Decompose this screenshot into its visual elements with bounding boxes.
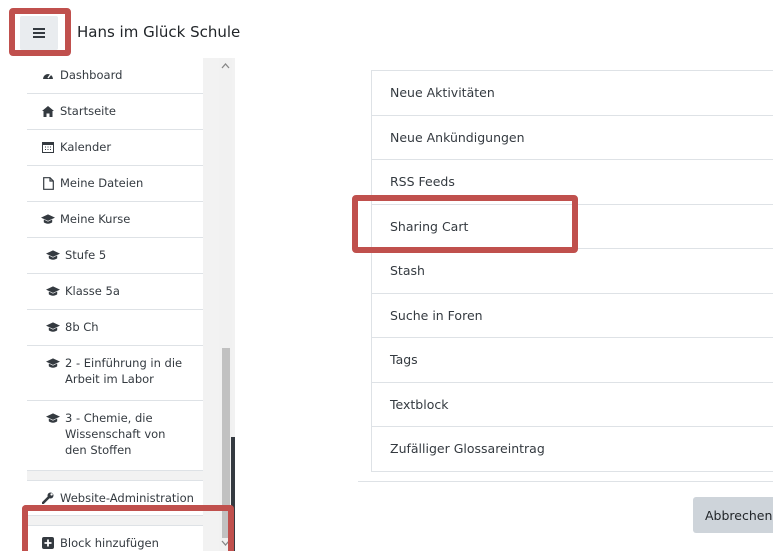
graduation-cap-icon [46, 247, 60, 263]
block-option[interactable]: Zufälliger Glossareintrag [371, 427, 773, 472]
home-icon [41, 103, 55, 119]
modal-footer-divider [358, 481, 773, 482]
nav-item-kalender[interactable]: Kalender [27, 130, 203, 166]
dashboard-icon [41, 67, 55, 83]
nav-item-label: 2 - Einführung in die Arbeit im Labor [65, 356, 183, 386]
block-option[interactable]: Stash [371, 249, 773, 294]
nav-item-label: Startseite [60, 104, 116, 118]
block-option[interactable]: Tags [371, 338, 773, 383]
nav-item-label: Meine Kurse [60, 212, 131, 226]
nav-item-topic-2[interactable]: 2 - Einführung in die Arbeit im Labor [27, 346, 203, 401]
cancel-button[interactable]: Abbrechen [693, 497, 773, 533]
nav-item-website-admin[interactable]: Website-Administration [27, 480, 203, 516]
block-option-sharing-cart[interactable]: Sharing Cart [371, 204, 773, 249]
nav-item-meine-kurse[interactable]: Meine Kurse [27, 202, 203, 238]
menu-toggle-button[interactable] [20, 16, 58, 50]
block-option[interactable]: RSS Feeds [371, 160, 773, 205]
plus-square-icon [41, 535, 55, 551]
block-option[interactable]: Textblock [371, 382, 773, 427]
top-navbar: Hans im Glück Schule [0, 0, 773, 60]
nav-item-label: Kalender [60, 140, 112, 154]
hamburger-icon [33, 28, 45, 38]
block-option[interactable]: Neue Ankündigungen [371, 115, 773, 160]
nav-item-label: Meine Dateien [60, 176, 144, 190]
nav-item-8b-ch[interactable]: 8b Ch [27, 310, 203, 346]
nav-item-add-block[interactable]: Block hinzufügen [27, 525, 203, 551]
nav-item-label: Block hinzufügen [60, 536, 159, 550]
nav-list: Dashboard Startseite Kalender Meine Date… [27, 58, 203, 551]
nav-item-dashboard[interactable]: Dashboard [27, 58, 203, 94]
nav-item-label: 8b Ch [65, 320, 99, 334]
graduation-cap-icon [46, 319, 60, 335]
nav-drawer: Dashboard Startseite Kalender Meine Date… [27, 58, 235, 551]
nav-divider [27, 471, 203, 480]
calendar-icon [41, 139, 55, 155]
scroll-up-icon[interactable] [221, 62, 230, 70]
nav-item-label: Klasse 5a [65, 284, 120, 298]
nav-item-startseite[interactable]: Startseite [27, 94, 203, 130]
file-icon [41, 175, 55, 191]
site-title[interactable]: Hans im Glück Schule [77, 23, 240, 41]
scroll-thumb[interactable] [222, 348, 230, 538]
nav-divider [27, 516, 203, 525]
nav-item-label: Stufe 5 [65, 248, 107, 262]
graduation-cap-icon [41, 211, 55, 227]
nav-item-klasse-5a[interactable]: Klasse 5a [27, 274, 203, 310]
nav-item-stufe-5[interactable]: Stufe 5 [27, 238, 203, 274]
nav-item-label: 3 - Chemie, die Wissenschaft von den Sto… [65, 411, 166, 457]
graduation-cap-icon [46, 410, 60, 426]
page-edge [231, 437, 235, 551]
graduation-cap-icon [46, 355, 60, 371]
block-option[interactable]: Neue Aktivitäten [371, 71, 773, 116]
nav-item-label: Dashboard [60, 68, 123, 82]
nav-item-meine-dateien[interactable]: Meine Dateien [27, 166, 203, 202]
nav-item-label: Website-Administration [60, 491, 194, 505]
block-selection-list: Neue Aktivitäten Neue Ankündigungen RSS … [371, 70, 773, 472]
block-option[interactable]: Suche in Foren [371, 293, 773, 338]
nav-item-topic-3[interactable]: 3 - Chemie, die Wissenschaft von den Sto… [27, 401, 203, 471]
wrench-icon [41, 490, 55, 506]
scroll-down-icon[interactable] [221, 539, 230, 547]
graduation-cap-icon [46, 283, 60, 299]
